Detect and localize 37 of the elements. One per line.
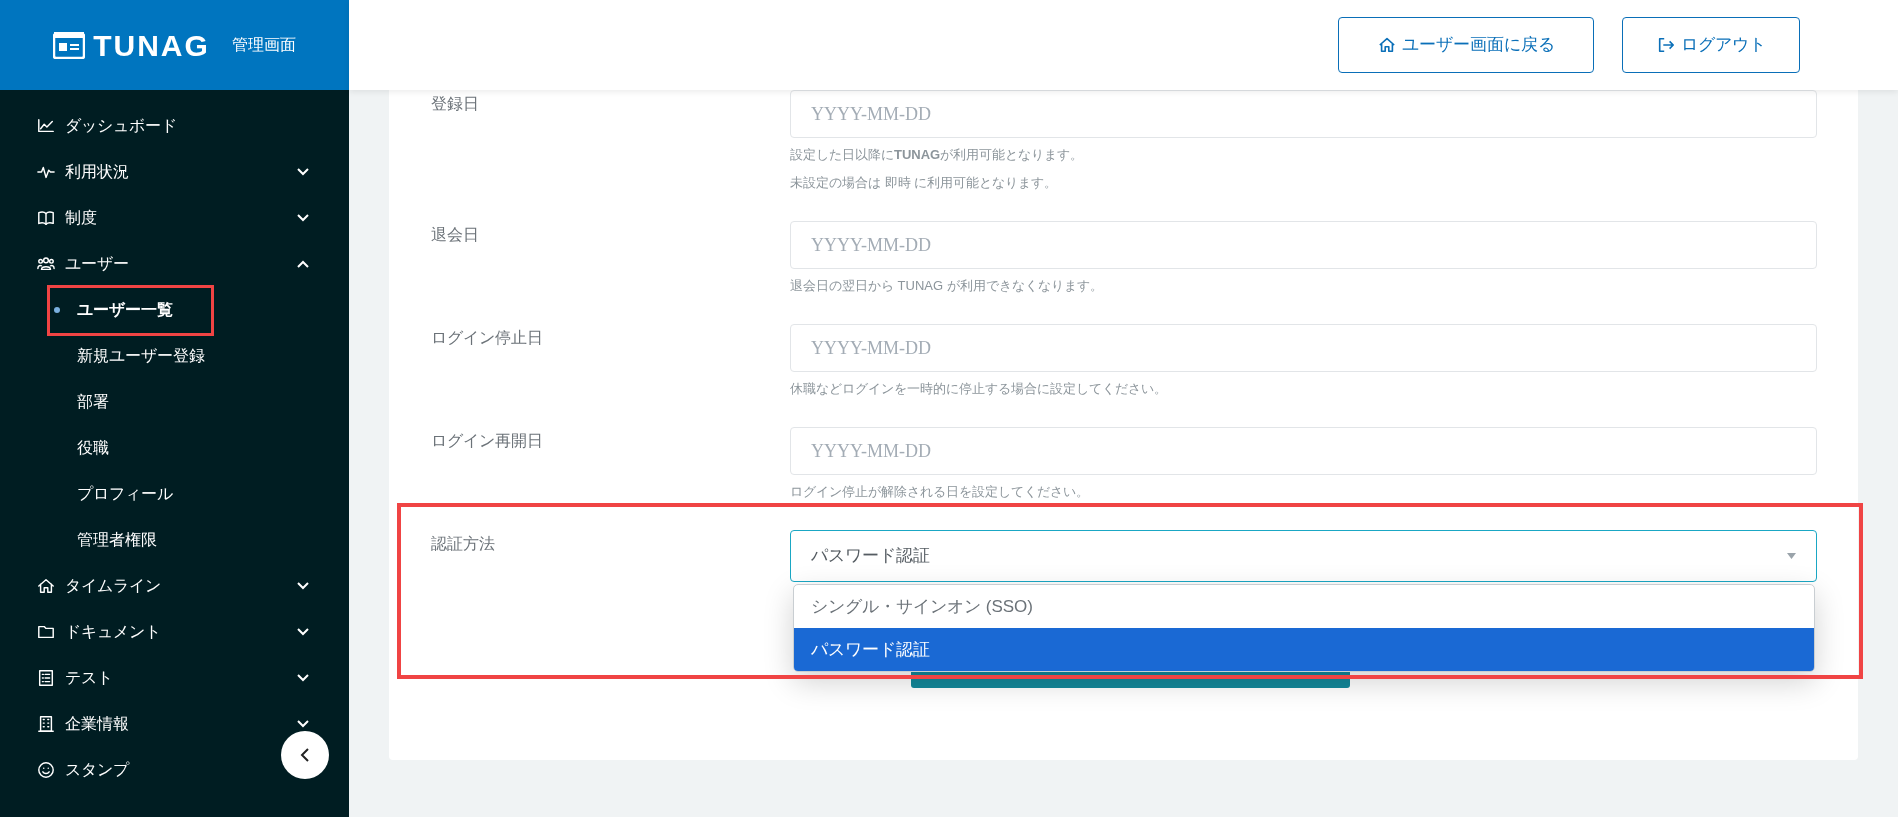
sidebar-subitem[interactable]: 役職	[0, 425, 349, 471]
field-label: ログイン再開日	[431, 431, 544, 451]
sidebar-item[interactable]: 利用状況	[0, 149, 349, 195]
sidebar-subitem[interactable]: プロフィール	[0, 471, 349, 517]
field-label: 登録日	[431, 94, 480, 114]
date-input[interactable]: YYYY-MM-DD	[790, 221, 1817, 269]
sidebar-subitem[interactable]: 部署	[0, 379, 349, 425]
sidebar-item[interactable]: ドキュメント	[0, 609, 349, 655]
field-hint: 退会日の翌日から TUNAG が利用できなくなります。	[790, 277, 1104, 295]
sidebar-item[interactable]: タイムライン	[0, 563, 349, 609]
sidebar-subitem[interactable]: 管理者権限	[0, 517, 349, 563]
field-hint: 未設定の場合は 即時 に利用可能となります。	[790, 174, 1059, 192]
date-input[interactable]: YYYY-MM-DD	[790, 90, 1817, 138]
field-label: ログイン停止日	[431, 328, 544, 348]
date-input[interactable]: YYYY-MM-DD	[790, 324, 1817, 372]
sidebar-item[interactable]: ユーザー	[0, 241, 349, 287]
sidebar-subitem[interactable]: ユーザー一覧	[0, 284, 349, 336]
field-label: 認証方法	[431, 534, 496, 554]
sidebar-item[interactable]: ダッシュボード	[0, 103, 349, 149]
dropdown-option[interactable]: シングル・サインオン (SSO)	[794, 585, 1814, 628]
sidebar-item[interactable]: テスト	[0, 655, 349, 701]
field-hint: ログイン停止が解除される日を設定してください。	[790, 483, 1090, 501]
logout-button[interactable]: ログアウト	[1622, 17, 1800, 73]
field-label: 退会日	[431, 225, 480, 245]
back-to-user-button[interactable]: ユーザー画面に戻る	[1338, 17, 1594, 73]
admin-title: 管理画面	[231, 35, 296, 55]
sidebar-item[interactable]: スタンプ	[0, 747, 349, 793]
sidebar-item[interactable]: 企業情報	[0, 701, 349, 747]
sidebar-item[interactable]: 制度	[0, 195, 349, 241]
dropdown-option[interactable]: パスワード認証	[794, 628, 1814, 671]
highlight-frame: ユーザー一覧	[47, 284, 214, 336]
field-hint: 設定した日以降にTUNAGが利用可能となります。	[790, 146, 1085, 164]
field-hint: 休職などログインを一時的に停止する場合に設定してください。	[790, 380, 1168, 398]
select-field[interactable]: パスワード認証	[790, 530, 1817, 582]
logo-text: TUNAG	[93, 27, 210, 64]
sidebar-subitem[interactable]: 新規ユーザー登録	[0, 333, 349, 379]
date-input[interactable]: YYYY-MM-DD	[790, 427, 1817, 475]
